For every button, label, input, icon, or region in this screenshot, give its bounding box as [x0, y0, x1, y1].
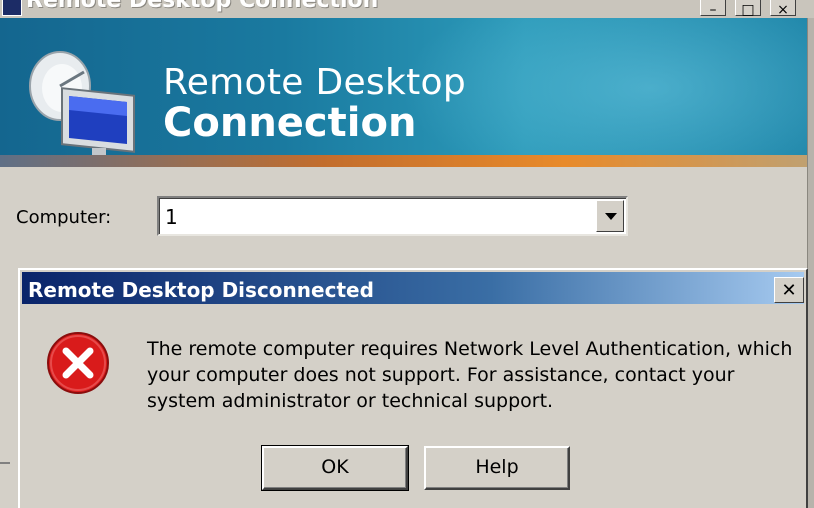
dialog-close-button[interactable]: ✕ [774, 277, 804, 303]
maximize-icon: □ [741, 2, 755, 18]
dialog-titlebar[interactable]: Remote Desktop Disconnected ✕ [22, 272, 804, 304]
error-message: The remote computer requires Network Lev… [147, 338, 793, 412]
close-window-button[interactable]: × [770, 0, 796, 18]
main-window-titlebar[interactable]: Remote Desktop Connection – □ × [0, 0, 814, 18]
computer-combobox[interactable]: 1 [157, 196, 628, 236]
remote-desktop-monitor-icon [29, 51, 135, 155]
disconnected-dialog: Remote Desktop Disconnected ✕ The remote… [18, 268, 808, 508]
banner-title-line1: Remote Desktop [163, 62, 467, 103]
minimize-icon: – [709, 2, 717, 18]
main-window-title: Remote Desktop Connection [26, 0, 379, 13]
computer-label: Computer: [16, 207, 112, 228]
close-icon: × [777, 2, 789, 18]
computer-dropdown-button[interactable] [596, 200, 624, 232]
dialog-title: Remote Desktop Disconnected [28, 278, 374, 302]
maximize-button[interactable]: □ [735, 0, 761, 18]
chevron-down-icon [605, 213, 617, 220]
error-icon [47, 332, 109, 394]
banner: Remote Desktop Connection [0, 18, 807, 155]
banner-stripe [0, 155, 807, 167]
banner-title-line2: Connection [163, 100, 417, 146]
window-edge [807, 18, 814, 508]
ok-button[interactable]: OK [261, 445, 409, 491]
divider [0, 462, 10, 464]
minimize-button[interactable]: – [700, 0, 726, 18]
computer-input[interactable]: 1 [165, 205, 178, 229]
app-icon [2, 0, 22, 16]
help-button[interactable]: Help [424, 446, 570, 490]
close-icon: ✕ [781, 280, 797, 301]
